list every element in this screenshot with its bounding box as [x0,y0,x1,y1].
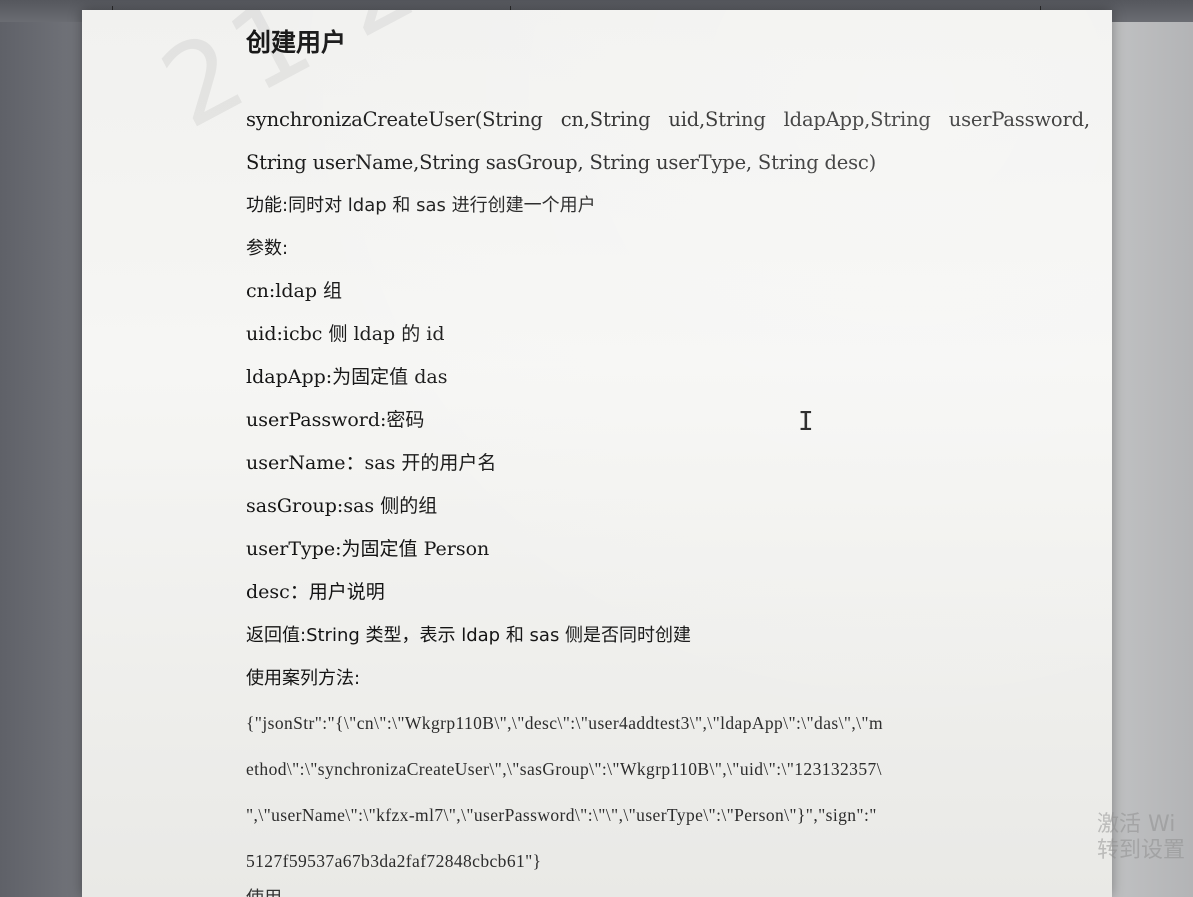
return-value: 返回值:String 类型，表示 ldap 和 sas 侧是否同时创建 [246,625,692,646]
document-page[interactable]: 21 20:25 创建用户 synchronizaCreateUser(Stri… [82,10,1112,897]
function-description: 功能:同时对 ldap 和 sas 进行创建一个用户 [246,195,596,216]
activate-line-2: 转到设置 [1096,838,1185,863]
example-code-line-3: ",\"userName\":\"kfzx-ml7\",\"userPasswo… [246,805,877,825]
example-code-line-2: ethod\":\"synchronizaCreateUser\",\"sasG… [246,759,882,779]
method-signature-line-2: String userName,String sasGroup, String … [246,151,877,174]
usage-heading: 使用案列方法: [246,668,361,689]
param-usertype: userType:为固定值 Person [246,538,490,560]
cutoff-line: 使用 [246,884,1076,897]
param-cn: cn:ldap 组 [246,280,343,302]
activate-line-1: 激活 Wi [1096,812,1176,837]
param-sasgroup: sasGroup:sas 侧的组 [246,495,438,517]
text-cursor-icon: I [798,407,814,437]
section-title: 创建用户 [246,28,347,57]
activate-windows-overlay: 激活 Wi 转到设置 [1097,812,1185,864]
example-code-line-4: 5127f59537a67b3da2faf72848cbcb61"} [246,851,542,871]
param-ldapapp: ldapApp:为固定值 das [246,366,448,388]
method-signature-line-1: synchronizaCreateUser(String cn,String u… [246,108,1090,131]
document-body[interactable]: 创建用户 synchronizaCreateUser(String cn,Str… [246,26,1090,897]
example-code-line-1: {"jsonStr":"{\"cn\":\"Wkgrp110B\",\"desc… [246,713,883,733]
param-userpassword: userPassword:密码 [246,409,425,431]
param-uid: uid:icbc 侧 ldap 的 id [246,323,445,345]
param-desc: desc：用户说明 [246,581,385,603]
params-heading: 参数: [246,238,289,259]
param-username: userName：sas 开的用户名 [246,452,497,474]
window-left-margin [0,0,90,897]
